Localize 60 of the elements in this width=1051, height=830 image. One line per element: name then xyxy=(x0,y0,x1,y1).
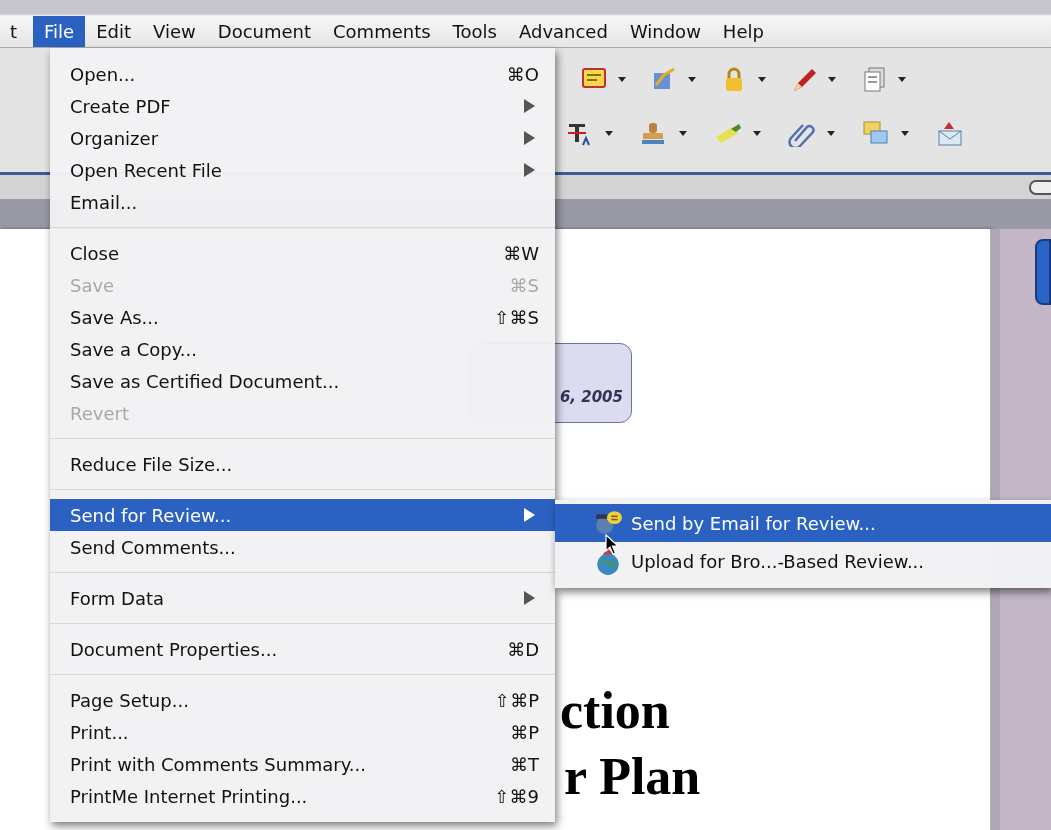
shortcut-text: ⌘D xyxy=(507,638,539,660)
panel-tab[interactable] xyxy=(1035,239,1051,305)
shortcut-text: ⇧⌘9 xyxy=(494,785,539,807)
caret-icon[interactable] xyxy=(898,76,906,82)
menubar-item[interactable]: Edit xyxy=(85,16,143,47)
shortcut-text: ⌘T xyxy=(510,753,539,775)
date-text: 6, 2005 xyxy=(559,388,623,406)
menubar-item[interactable]: File xyxy=(33,16,86,47)
window-resize-pill[interactable] xyxy=(1029,179,1051,195)
caret-icon[interactable] xyxy=(828,76,836,82)
menubar-item[interactable]: Tools xyxy=(441,16,508,47)
menubar-item[interactable]: View xyxy=(142,16,207,47)
caret-icon[interactable] xyxy=(753,130,761,136)
menu-item[interactable]: Form Data xyxy=(50,582,555,614)
menu-item[interactable]: Upload for Bro...-Based Review... xyxy=(555,542,1051,580)
menubar-item[interactable]: t xyxy=(0,16,34,47)
document-title-line: ction xyxy=(560,681,671,741)
menu-item[interactable]: Print with Comments Summary... ⌘T xyxy=(50,748,555,780)
menu-item[interactable]: Page Setup... ⇧⌘P xyxy=(50,684,555,716)
menu-item[interactable]: Organizer xyxy=(50,122,555,154)
caret-icon[interactable] xyxy=(758,76,766,82)
caret-icon[interactable] xyxy=(827,130,835,136)
menu-item[interactable]: Open Recent File xyxy=(50,154,555,186)
shortcut-text: ⇧⌘S xyxy=(494,306,539,328)
shortcut-text: ⌘W xyxy=(503,242,539,264)
menubar-item[interactable]: Help xyxy=(711,16,775,47)
shortcut-text: ⌘P xyxy=(510,721,539,743)
caret-icon[interactable] xyxy=(605,130,613,136)
caret-icon[interactable] xyxy=(901,130,909,136)
shortcut-text: ⌘S xyxy=(509,274,539,296)
submenu-arrow-icon xyxy=(524,163,535,177)
menu-item[interactable]: Email... xyxy=(50,186,555,218)
caret-icon[interactable] xyxy=(688,76,696,82)
menubar-item[interactable]: Comments xyxy=(322,16,442,47)
menu-item[interactable]: Save As... ⇧⌘S xyxy=(50,301,555,333)
menu-item[interactable]: PrintMe Internet Printing... ⇧⌘9 xyxy=(50,780,555,812)
menu-item[interactable]: Document Properties... ⌘D xyxy=(50,633,555,665)
menubar-item[interactable]: Advanced xyxy=(507,16,619,47)
menu-item[interactable]: Save as Certified Document... xyxy=(50,365,555,397)
submenu-arrow-icon xyxy=(524,131,535,145)
menu-item[interactable]: Send Comments... xyxy=(50,531,555,563)
shortcut-text: ⇧⌘P xyxy=(495,689,539,711)
menu-item[interactable]: Reduce File Size... xyxy=(50,448,555,480)
menu-item[interactable]: Save a Copy... xyxy=(50,333,555,365)
caret-icon[interactable] xyxy=(679,130,687,136)
menu-item[interactable]: Send by Email for Review... xyxy=(555,504,1051,542)
menu-item[interactable]: Print... ⌘P xyxy=(50,716,555,748)
submenu-arrow-icon xyxy=(524,591,535,605)
menubar-item[interactable]: Window xyxy=(618,16,712,47)
submenu-arrow-icon xyxy=(524,99,535,113)
document-title-line: r Plan xyxy=(563,747,702,807)
shortcut-text: ⌘O xyxy=(506,63,539,85)
menu-item[interactable]: Close ⌘W xyxy=(50,237,555,269)
menubar-item[interactable]: Document xyxy=(206,16,323,47)
mouse-pointer-icon xyxy=(605,534,619,556)
menu-item[interactable]: Open... ⌘O xyxy=(50,58,555,90)
menu-item[interactable]: Create PDF xyxy=(50,90,555,122)
menu-item[interactable]: Send for Review... xyxy=(50,499,555,531)
submenu-arrow-icon xyxy=(524,508,535,522)
caret-icon[interactable] xyxy=(618,76,626,82)
